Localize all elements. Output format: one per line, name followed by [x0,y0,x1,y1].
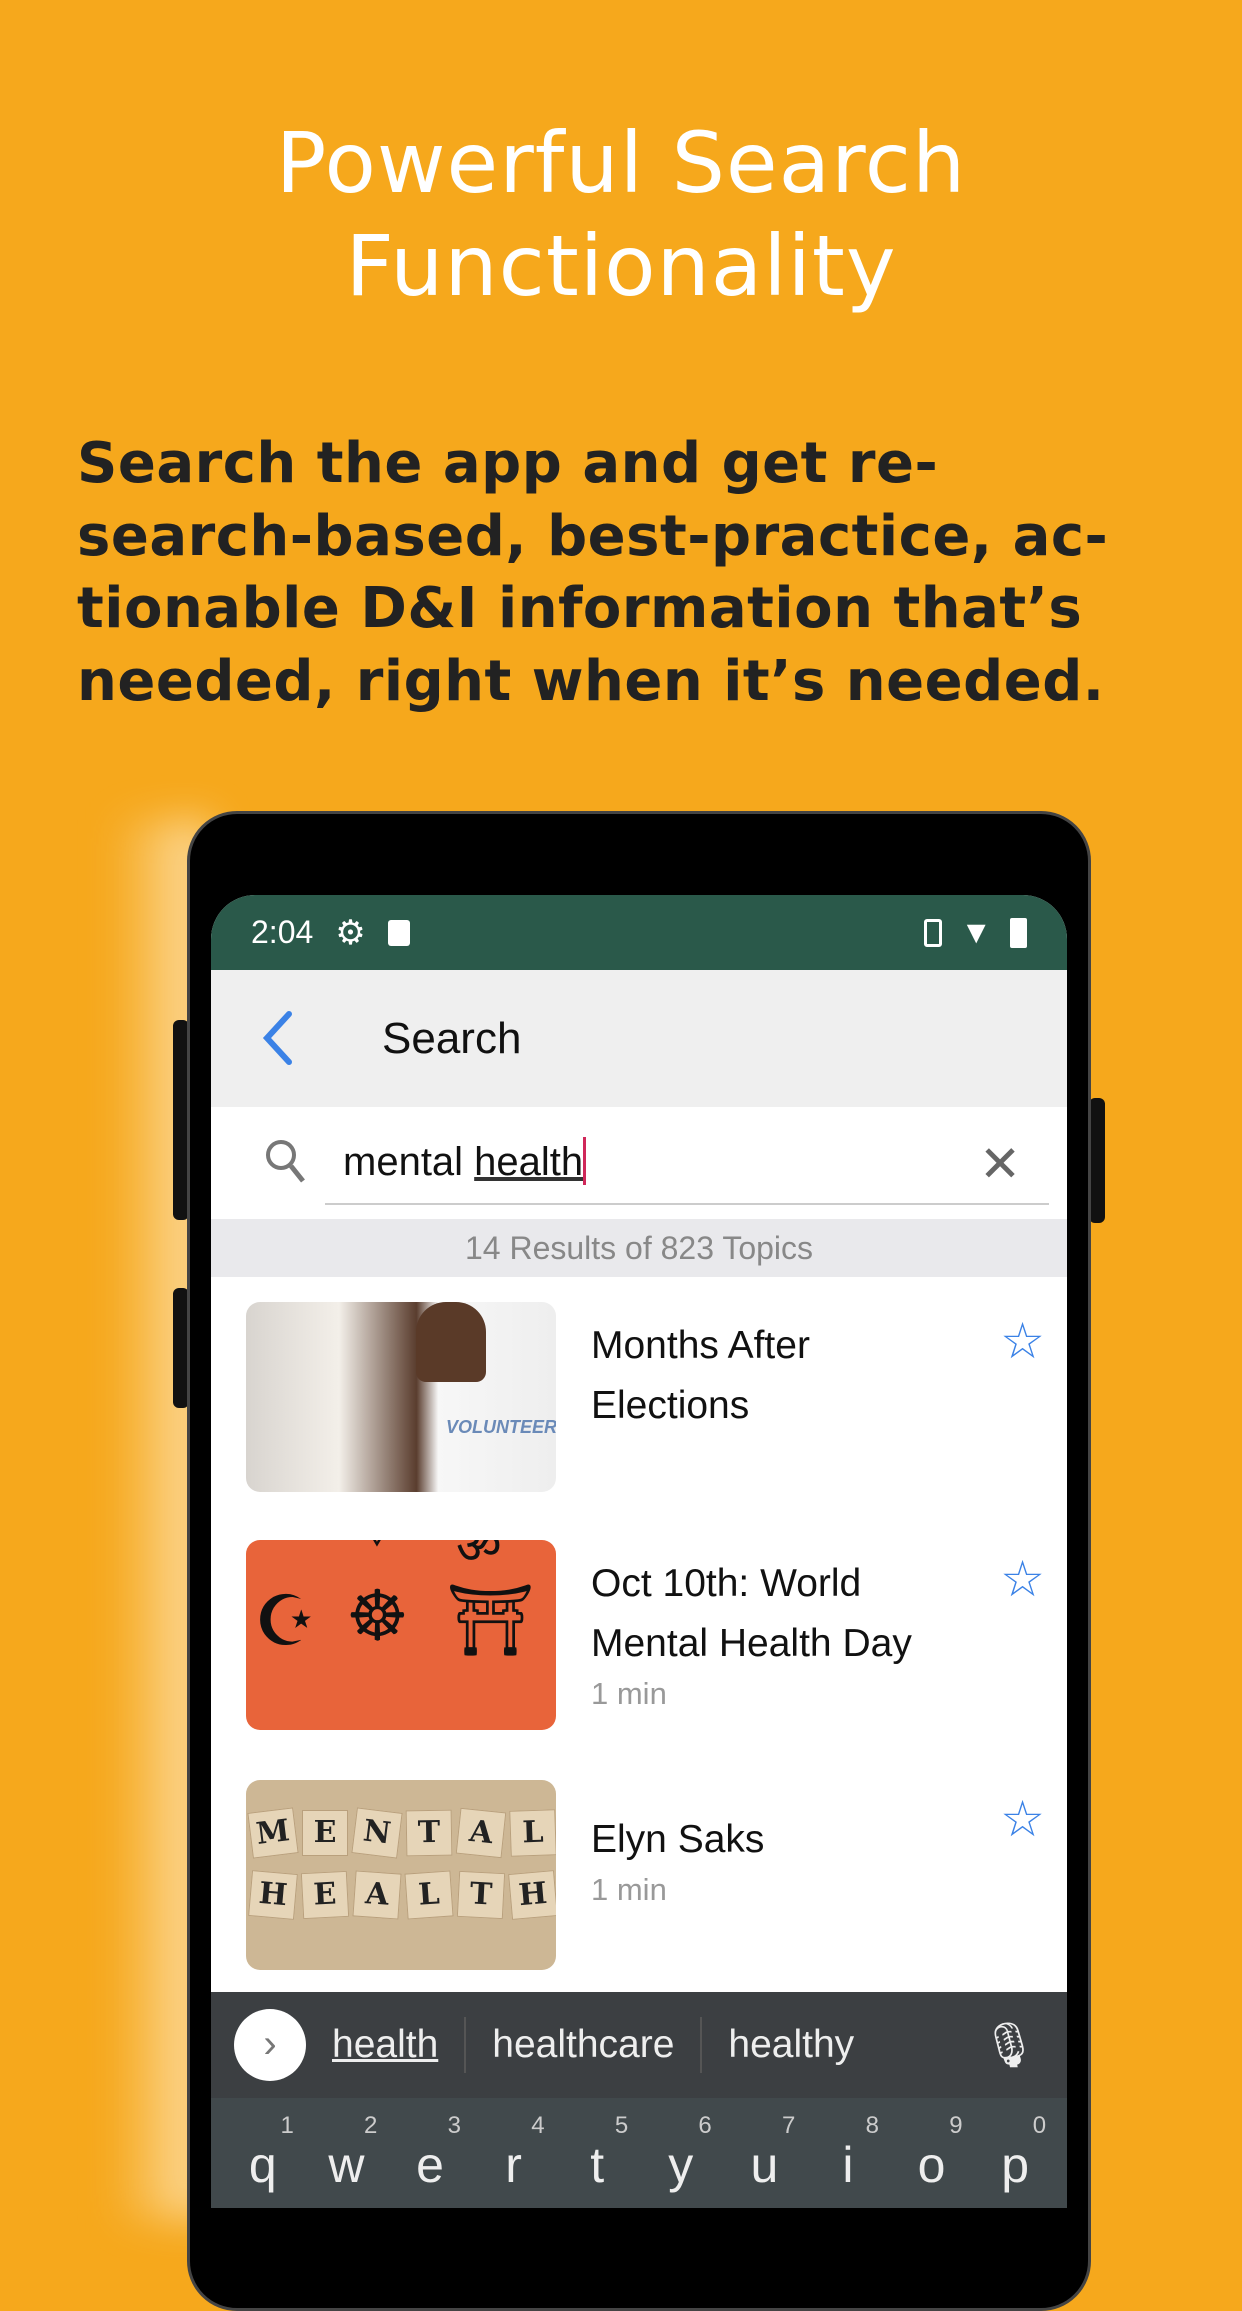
input-underline [325,1203,1049,1205]
desc-line: search-based, best-practice, ac- [77,503,1109,569]
letter-tile: H [508,1870,556,1920]
letter-tile: A [352,1870,402,1920]
result-thumbnail: VOLUNTEER [246,1302,556,1492]
title-line: Functionality [345,217,897,315]
expand-chevron-icon[interactable]: › [234,2009,306,2081]
keyboard-row: q1w2e3r4t5y6u7i8o9p0 [211,2098,1067,2208]
duration: 1 min [591,1872,667,1907]
key-number: 3 [447,2112,461,2139]
favorite-star-icon[interactable]: ☆ [1000,1790,1045,1848]
key-number: 2 [364,2112,378,2139]
key-y[interactable]: y6 [646,2098,716,2208]
battery-icon [1010,917,1027,948]
letter-tile: E [302,1810,348,1856]
keyboard-suggestion-strip: › health healthcare healthy 🎙 [211,1992,1067,2098]
search-icon [266,1140,305,1183]
volunteer-shirt-text: VOLUNTEER [446,1417,556,1437]
result-item[interactable]: VOLUNTEER Months After Elections ☆ [211,1302,1067,1502]
letter-tile: L [509,1809,556,1857]
clear-icon[interactable]: ✕ [979,1135,1021,1193]
key-u[interactable]: u7 [729,2098,799,2208]
hero-description: Search the app and get re- search-based,… [77,428,1108,718]
result-thumbnail: MENTALHEALTH [246,1780,556,1970]
search-bar[interactable]: mental health ✕ [211,1107,1067,1219]
key-t[interactable]: t5 [562,2098,632,2208]
key-number: 4 [531,2112,545,2139]
suggestion[interactable]: healthcare [466,2023,700,2067]
key-number: 7 [782,2112,796,2139]
desc-line: tionable D&I information that’s [77,576,1083,641]
power-button [1089,1098,1105,1223]
result-item[interactable]: ☪☸⛩✡ॐ Oct 10th: WorldMental Health Day1 … [211,1540,1067,1740]
key-q[interactable]: q1 [228,2098,298,2208]
result-title: Months After Elections [591,1324,810,1427]
result-thumbnail: ☪☸⛩✡ॐ [246,1540,556,1730]
wifi-icon: ▼ [960,914,992,950]
letter-tile: E [300,1870,350,1920]
microphone-icon[interactable]: 🎙 [981,2019,1037,2071]
letter-tile: L [404,1870,454,1920]
vibrate-icon [924,918,943,947]
result-title: Elyn Saks 1 min [591,1810,764,1910]
letter-tile: T [405,1809,453,1857]
letter-tile: M [247,1807,299,1859]
letter-tile: N [351,1807,403,1859]
key-w[interactable]: w2 [311,2098,381,2208]
favorite-star-icon[interactable]: ☆ [1000,1550,1045,1608]
suggestion[interactable]: healthy [702,2023,880,2067]
key-number: 6 [698,2112,712,2139]
key-r[interactable]: r4 [479,2098,549,2208]
result-title: Oct 10th: World Mental Health Day 1 min [591,1554,912,1714]
key-i[interactable]: i8 [813,2098,883,2208]
key-o[interactable]: o9 [897,2098,967,2208]
query-composing-text: health [474,1140,584,1184]
result-item[interactable]: MENTALHEALTH Elyn Saks 1 min ☆ [211,1780,1067,1980]
page-title: Search [382,1013,522,1063]
desc-line: Search the app and get re- [77,431,939,496]
title-line: Powerful Search [275,114,967,212]
back-chevron-icon[interactable] [259,1010,299,1066]
favorite-star-icon[interactable]: ☆ [1000,1312,1045,1370]
query-text: mental [343,1140,475,1184]
app-header: Search [211,970,1067,1107]
letter-tile: H [248,1870,298,1920]
key-number: 9 [949,2112,963,2139]
key-number: 8 [865,2112,879,2139]
gear-icon: ⚙ [335,913,366,952]
key-number: 5 [614,2112,629,2139]
letter-tile: T [456,1870,506,1920]
key-e[interactable]: e3 [395,2098,465,2208]
search-input[interactable]: mental health [343,1137,587,1185]
key-number: 1 [280,2112,294,2139]
status-bar: 2:04 ⚙ ▼ [211,895,1067,970]
sim-icon [387,919,410,946]
desc-line: needed, right when it’s needed. [77,648,1105,714]
phone-screen: 2:04 ⚙ ▼ Search mental health ✕ 14 Resul… [211,895,1067,2208]
letter-tile: A [455,1807,507,1859]
results-count: 14 Results of 823 Topics [211,1219,1067,1277]
hero-title: Powerful Search Functionality [0,112,1242,318]
key-p[interactable]: p0 [980,2098,1050,2208]
key-number: 0 [1032,2112,1047,2139]
text-caret [583,1137,587,1185]
duration: 1 min [591,1676,667,1711]
suggestion[interactable]: health [306,2023,464,2067]
clock: 2:04 [251,914,314,950]
